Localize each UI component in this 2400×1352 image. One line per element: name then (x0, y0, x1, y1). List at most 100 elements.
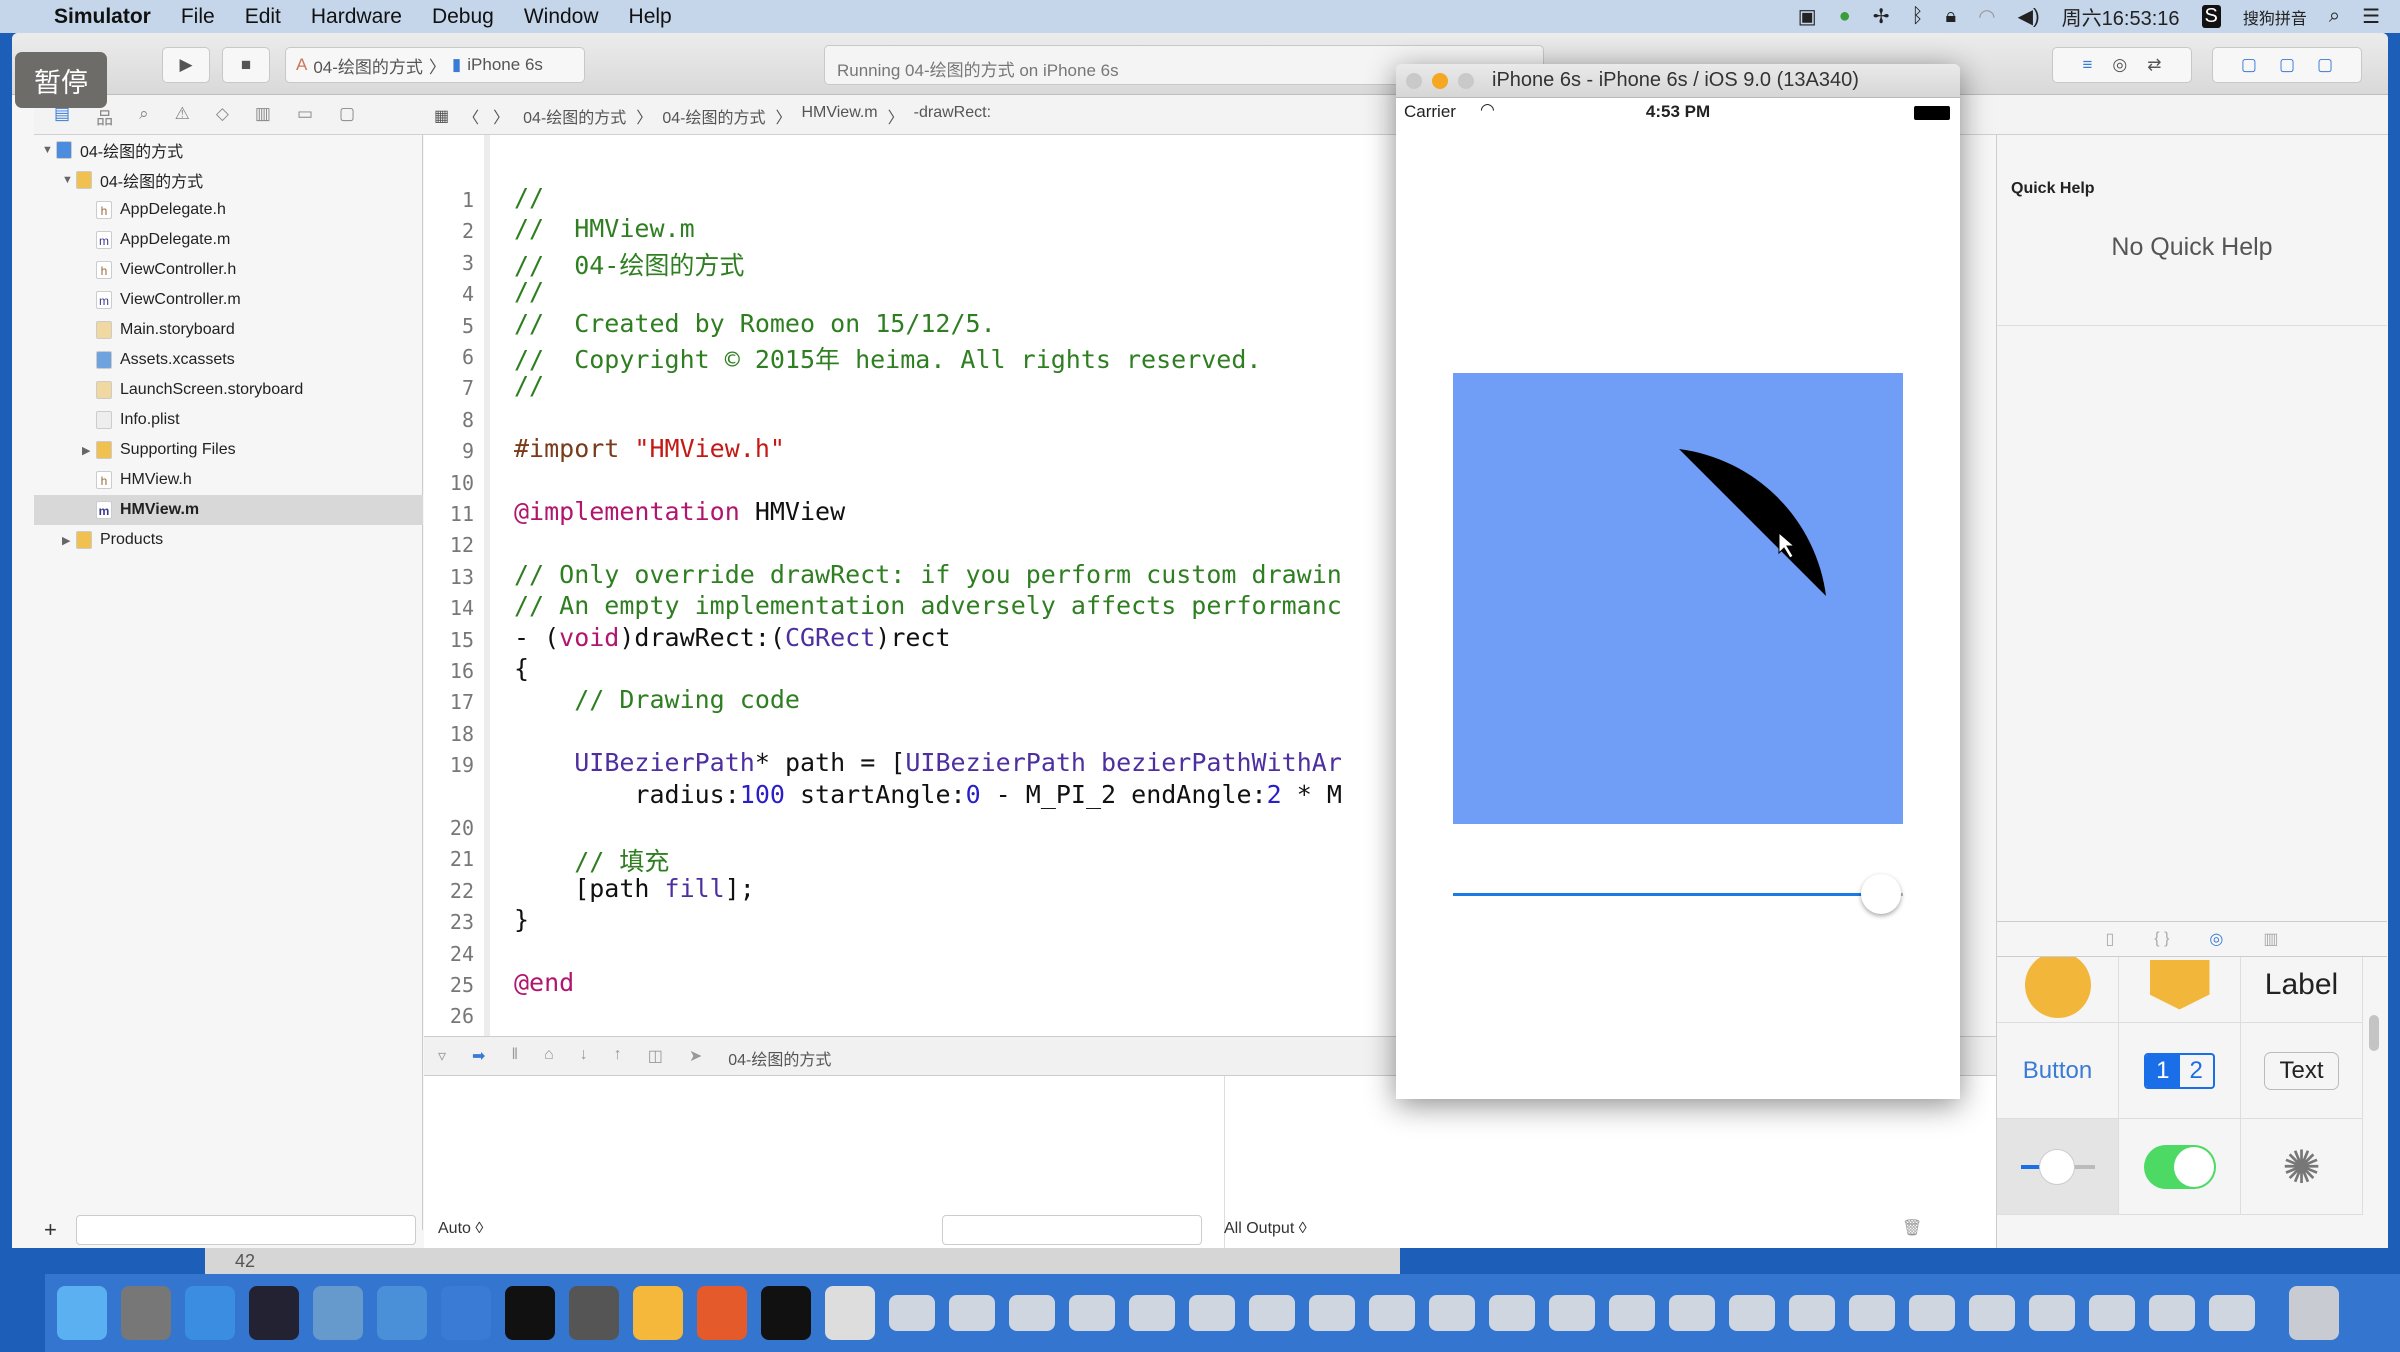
ime-icon[interactable]: S (2201, 5, 2221, 28)
navigator-item[interactable]: ▼ 04-绘图的方式 (34, 165, 423, 195)
console-output-select[interactable]: All Output ◊ (1224, 1220, 1307, 1238)
navigator-item[interactable]: LaunchScreen.storyboard (34, 375, 423, 405)
library-switch[interactable] (2119, 1119, 2241, 1215)
disclosure-open-icon[interactable]: ▼ (42, 144, 56, 156)
minimized-window-dock-icon[interactable] (1789, 1295, 1835, 1331)
pause-icon[interactable]: ‖ (511, 1046, 518, 1070)
finder-dock-icon[interactable] (57, 1286, 107, 1340)
source-editor[interactable]: 1 2 3 4 5 6 7 8 9 10 11 12 13 14 15 16 17 18 19 20 21 22 23 24 2… (424, 135, 1409, 1069)
minimized-window-dock-icon[interactable] (949, 1295, 995, 1331)
console-dock-icon[interactable] (761, 1286, 811, 1340)
notification-center-icon[interactable]: ☰ (2362, 4, 2380, 29)
minimized-window-dock-icon[interactable] (1909, 1295, 1955, 1331)
navigator-item[interactable]: h AppDelegate.h (34, 195, 423, 225)
navigator-item[interactable]: ▼ 04-绘图的方式 (34, 135, 423, 165)
mouse-dock-icon[interactable] (249, 1286, 299, 1340)
network-icon[interactable]: ✢ (1873, 4, 1890, 29)
library-object[interactable] (2119, 957, 2241, 1023)
minimized-window-dock-icon[interactable] (1549, 1295, 1595, 1331)
navigator-item[interactable]: Info.plist (34, 405, 423, 435)
minimized-window-dock-icon[interactable] (1489, 1295, 1535, 1331)
navigator-item[interactable]: Main.storyboard (34, 315, 423, 345)
library-label[interactable]: Label (2241, 957, 2363, 1023)
bluetooth-icon[interactable]: ᛒ (1912, 5, 1924, 28)
library-segmented-control[interactable]: 12 (2119, 1023, 2241, 1119)
minimized-window-dock-icon[interactable] (889, 1295, 935, 1331)
navigator-toggle-icon[interactable]: ▢ (2241, 55, 2257, 75)
sketch-dock-icon[interactable] (633, 1286, 683, 1340)
minimized-window-dock-icon[interactable] (1309, 1295, 1355, 1331)
code-snippet-icon[interactable]: { } (2154, 930, 2169, 948)
library-av-player[interactable] (1997, 957, 2119, 1023)
scheme-selector[interactable]: A 04-绘图的方式 〉 ▮ iPhone 6s (285, 47, 585, 83)
launchpad-dock-icon[interactable] (121, 1286, 171, 1340)
forward-icon[interactable]: 〉 (493, 104, 509, 128)
minimized-window-dock-icon[interactable] (1009, 1295, 1055, 1331)
minimized-window-dock-icon[interactable] (1429, 1295, 1475, 1331)
stop-button[interactable]: ■ (222, 47, 270, 83)
minimized-window-dock-icon[interactable] (1069, 1295, 1115, 1331)
debug-toggle-icon[interactable]: ▢ (2279, 55, 2295, 75)
disclosure-closed-icon[interactable]: ▶ (62, 534, 76, 547)
wifi-icon[interactable]: ◠ (1978, 4, 1995, 29)
minimized-window-dock-icon[interactable] (1669, 1295, 1715, 1331)
version-editor-icon[interactable]: ⇄ (2147, 55, 2161, 75)
navigator-item[interactable]: m ViewController.m (34, 285, 423, 315)
minimized-window-dock-icon[interactable] (2149, 1295, 2195, 1331)
minimized-window-dock-icon[interactable] (2029, 1295, 2075, 1331)
jump-bar-item[interactable]: -drawRect: (914, 104, 991, 128)
minimize-button[interactable] (1432, 72, 1448, 89)
add-icon[interactable]: + (44, 1217, 57, 1243)
terminal-dock-icon[interactable] (505, 1286, 555, 1340)
trash-icon[interactable]: 🗑︎ (1902, 1218, 1922, 1238)
menu-file[interactable]: File (181, 5, 215, 29)
slider[interactable] (1453, 874, 1903, 914)
variables-filter-input[interactable] (942, 1215, 1202, 1245)
navigator-filter-input[interactable] (76, 1215, 416, 1245)
disclosure-closed-icon[interactable]: ▶ (82, 444, 96, 457)
minimized-window-dock-icon[interactable] (2089, 1295, 2135, 1331)
minimized-window-dock-icon[interactable] (1369, 1295, 1415, 1331)
navigator-item[interactable]: Assets.xcassets (34, 345, 423, 375)
menu-edit[interactable]: Edit (245, 5, 281, 29)
minimized-window-dock-icon[interactable] (2209, 1295, 2255, 1331)
related-items-icon[interactable]: ▦ (434, 106, 449, 126)
navigator-item[interactable]: h ViewController.h (34, 255, 423, 285)
report-navigator-icon[interactable]: ▢ (339, 104, 355, 129)
photo-booth-dock-icon[interactable] (313, 1286, 363, 1340)
utilities-toggle-icon[interactable]: ▢ (2317, 55, 2333, 75)
minimized-window-dock-icon[interactable] (1729, 1295, 1775, 1331)
menu-help[interactable]: Help (629, 5, 672, 29)
search-navigator-icon[interactable]: ⌕ (139, 104, 149, 129)
jump-bar-item[interactable]: 04-绘图的方式 (523, 104, 626, 128)
screen-record-icon[interactable]: ▣ (1798, 4, 1817, 29)
file-template-icon[interactable]: ▯ (2105, 929, 2114, 949)
trash-dock-icon[interactable] (2289, 1286, 2339, 1340)
navigator-item[interactable]: ▶ Products (34, 525, 423, 555)
ime-label[interactable]: 搜狗拼音 (2243, 5, 2307, 29)
location-icon[interactable]: ➤ (689, 1046, 702, 1070)
lock-icon[interactable]: 🔒︎ (1946, 5, 1957, 28)
object-library-icon[interactable]: ◎ (2209, 929, 2223, 949)
minimized-window-dock-icon[interactable] (1189, 1295, 1235, 1331)
view-debugger-icon[interactable]: ◫ (648, 1046, 663, 1070)
system-preferences-dock-icon[interactable] (569, 1286, 619, 1340)
jump-bar-item[interactable]: 04-绘图的方式 (662, 104, 765, 128)
media-library-icon[interactable]: ▥ (2263, 929, 2278, 949)
library-scrollbar[interactable] (2369, 1015, 2379, 1051)
issue-navigator-icon[interactable]: ⚠ (175, 104, 190, 129)
navigator-item[interactable]: ▶ Supporting Files (34, 435, 423, 465)
simulator-dock-icon[interactable] (441, 1286, 491, 1340)
library-text-field[interactable]: Text (2241, 1023, 2363, 1119)
step-out-icon[interactable]: ↑ (614, 1046, 622, 1070)
minimized-window-dock-icon[interactable] (1129, 1295, 1175, 1331)
volume-icon[interactable]: ◀) (2018, 4, 2040, 29)
minimized-window-dock-icon[interactable] (1609, 1295, 1655, 1331)
powerpoint-dock-icon[interactable] (697, 1286, 747, 1340)
hide-debug-icon[interactable]: ▿ (438, 1046, 446, 1070)
disclosure-open-icon[interactable]: ▼ (62, 174, 76, 186)
quicktime-dock-icon[interactable] (825, 1286, 875, 1340)
clock[interactable]: 周六16:53:16 (2062, 2, 2180, 31)
slider-thumb[interactable] (1860, 874, 1901, 914)
menu-hardware[interactable]: Hardware (311, 5, 402, 29)
